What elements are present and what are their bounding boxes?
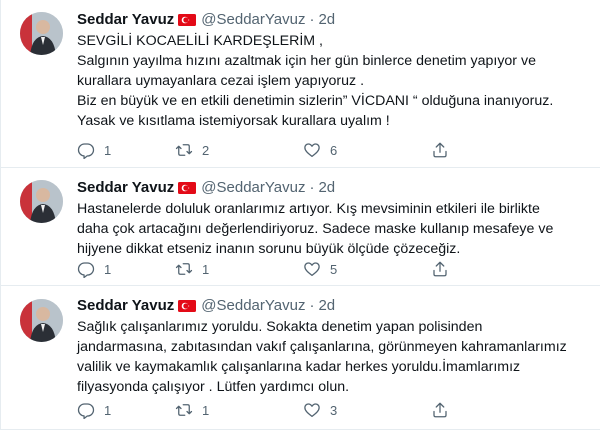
tweet-content: Seddar Yavuz @SeddarYavuz · 2d Hastanele… bbox=[77, 177, 587, 259]
author-name[interactable]: Seddar Yavuz bbox=[77, 179, 174, 196]
tweet-text-line: Yasak ve kısıtlama istemiyorsak kurallar… bbox=[77, 113, 390, 129]
tweet-text-line: filyasyonda çalışıyor . Lütfen yardımcı … bbox=[77, 379, 350, 395]
tweet-actions: 1 2 6 bbox=[77, 140, 517, 160]
share-icon bbox=[431, 401, 449, 419]
like-button[interactable]: 5 bbox=[303, 259, 431, 279]
tweet-text-line: Biz en büyük ve en etkili denetimin sizl… bbox=[77, 93, 554, 109]
tweet-timestamp[interactable]: 2d bbox=[318, 11, 335, 28]
retweet-count: 2 bbox=[202, 142, 210, 158]
tweet-text: SEVGİLİ KOCAELİLİ KARDEŞLERİM , Salgının… bbox=[77, 31, 587, 131]
separator-dot: · bbox=[309, 178, 315, 196]
separator-dot: · bbox=[309, 10, 315, 28]
heart-icon bbox=[303, 260, 321, 278]
reply-button[interactable]: 1 bbox=[77, 259, 175, 279]
avatar[interactable] bbox=[20, 299, 63, 342]
like-count: 5 bbox=[330, 261, 338, 277]
retweet-button[interactable]: 1 bbox=[175, 400, 303, 420]
tweet-item[interactable]: Seddar Yavuz @SeddarYavuz · 2d Hastanele… bbox=[1, 168, 600, 286]
reply-button[interactable]: 1 bbox=[77, 140, 175, 160]
author-handle[interactable]: @SeddarYavuz bbox=[201, 297, 305, 314]
tweet-text-line: kurallara uymayanlara cezai işlem yapıyo… bbox=[77, 73, 365, 89]
tweet-text-line: Salgının yayılma hızını azaltmak için he… bbox=[77, 53, 536, 69]
tweet-header: Seddar Yavuz @SeddarYavuz · 2d bbox=[77, 177, 587, 197]
author-name[interactable]: Seddar Yavuz bbox=[77, 11, 174, 28]
retweet-count: 1 bbox=[202, 261, 210, 277]
retweet-button[interactable]: 2 bbox=[175, 140, 303, 160]
turkey-flag-icon bbox=[178, 13, 197, 26]
reply-count: 1 bbox=[104, 261, 112, 277]
avatar[interactable] bbox=[20, 180, 63, 223]
heart-icon bbox=[303, 141, 321, 159]
turkey-flag-icon bbox=[178, 299, 197, 312]
author-handle[interactable]: @SeddarYavuz bbox=[201, 179, 305, 196]
separator-dot: · bbox=[309, 296, 315, 314]
tweet-content: Seddar Yavuz @SeddarYavuz · 2d SEVGİLİ K… bbox=[77, 9, 587, 131]
tweet-feed: Seddar Yavuz @SeddarYavuz · 2d SEVGİLİ K… bbox=[0, 0, 600, 430]
share-button[interactable] bbox=[431, 140, 471, 160]
author-name[interactable]: Seddar Yavuz bbox=[77, 297, 174, 314]
tweet-text-line: Sağlık çalışanlarımız yoruldu. Sokakta d… bbox=[77, 319, 483, 335]
retweet-button[interactable]: 1 bbox=[175, 259, 303, 279]
like-button[interactable]: 6 bbox=[303, 140, 431, 160]
avatar[interactable] bbox=[20, 12, 63, 55]
reply-button[interactable]: 1 bbox=[77, 400, 175, 420]
tweet-header: Seddar Yavuz @SeddarYavuz · 2d bbox=[77, 9, 587, 29]
tweet-actions: 1 1 5 bbox=[77, 259, 517, 279]
tweet-item[interactable]: Seddar Yavuz @SeddarYavuz · 2d SEVGİLİ K… bbox=[1, 0, 600, 168]
reply-count: 1 bbox=[104, 402, 112, 418]
share-button[interactable] bbox=[431, 259, 471, 279]
reply-icon bbox=[77, 401, 95, 419]
tweet-text-line: daha çok artacağını değerlendiriyoruz. S… bbox=[77, 221, 554, 237]
retweet-icon bbox=[175, 401, 193, 419]
tweet-actions: 1 1 3 bbox=[77, 400, 517, 420]
tweet-content: Seddar Yavuz @SeddarYavuz · 2d Sağlık ça… bbox=[77, 295, 587, 397]
like-count: 3 bbox=[330, 402, 338, 418]
tweet-text-line: hijyene dikkat etseniz inanın sorunu büy… bbox=[77, 241, 461, 257]
reply-icon bbox=[77, 141, 95, 159]
share-button[interactable] bbox=[431, 400, 471, 420]
retweet-count: 1 bbox=[202, 402, 210, 418]
tweet-item[interactable]: Seddar Yavuz @SeddarYavuz · 2d Sağlık ça… bbox=[1, 286, 600, 430]
tweet-timestamp[interactable]: 2d bbox=[318, 297, 335, 314]
like-button[interactable]: 3 bbox=[303, 400, 431, 420]
tweet-header: Seddar Yavuz @SeddarYavuz · 2d bbox=[77, 295, 587, 315]
author-handle[interactable]: @SeddarYavuz bbox=[201, 11, 305, 28]
tweet-text-line: valilik ve kaymakamlık çalışanlarına kad… bbox=[77, 359, 521, 375]
share-icon bbox=[431, 141, 449, 159]
retweet-icon bbox=[175, 260, 193, 278]
tweet-text: Sağlık çalışanlarımız yoruldu. Sokakta d… bbox=[77, 317, 587, 397]
tweet-text-line: Hastanelerde doluluk oranlarımız artıyor… bbox=[77, 201, 540, 217]
reply-count: 1 bbox=[104, 142, 112, 158]
share-icon bbox=[431, 260, 449, 278]
retweet-icon bbox=[175, 141, 193, 159]
reply-icon bbox=[77, 260, 95, 278]
heart-icon bbox=[303, 401, 321, 419]
turkey-flag-icon bbox=[178, 181, 197, 194]
tweet-timestamp[interactable]: 2d bbox=[318, 179, 335, 196]
tweet-text-line: SEVGİLİ KOCAELİLİ KARDEŞLERİM , bbox=[77, 33, 324, 49]
like-count: 6 bbox=[330, 142, 338, 158]
tweet-text: Hastanelerde doluluk oranlarımız artıyor… bbox=[77, 199, 587, 259]
tweet-text-line: jandarmasına, zabıtasından vakıf çalışan… bbox=[77, 339, 567, 355]
